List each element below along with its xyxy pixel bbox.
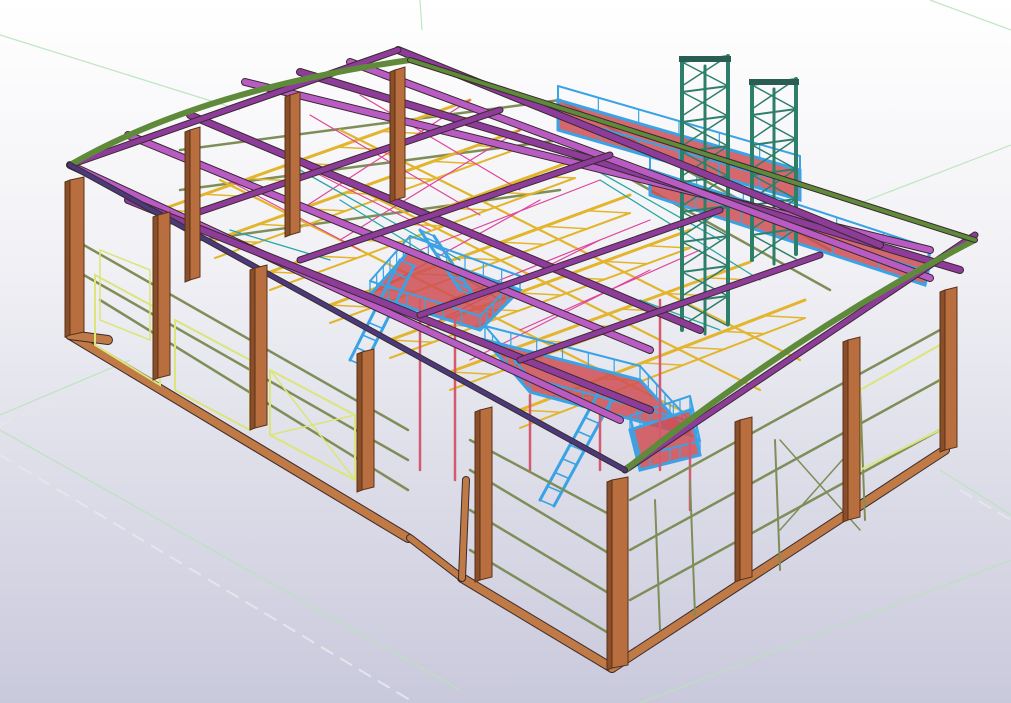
column-left-2 xyxy=(157,211,171,379)
column-corner-left-side xyxy=(64,179,71,338)
column-left-3 xyxy=(254,264,268,429)
base-beam-step-riser xyxy=(459,477,469,581)
base-beam-corner xyxy=(66,331,112,344)
column-back-1 xyxy=(189,126,201,281)
column-front-3-side xyxy=(842,339,849,523)
column-corner-right xyxy=(944,286,958,451)
column-back-3-side xyxy=(389,69,396,203)
column-left-4 xyxy=(361,348,375,491)
column-step xyxy=(479,406,493,581)
column-back-1-side xyxy=(184,129,191,283)
model-viewport[interactable] xyxy=(0,0,1011,703)
column-corner-right-side xyxy=(939,289,946,453)
tower-right-cap xyxy=(749,79,799,85)
steel-structure-scene[interactable] xyxy=(0,0,1011,703)
column-back-2 xyxy=(289,91,301,236)
column-left-2-side xyxy=(152,214,159,381)
column-left-3-side xyxy=(249,267,256,431)
column-corner-left xyxy=(69,176,85,336)
column-corner-front-side xyxy=(606,479,613,671)
column-front-2 xyxy=(739,416,753,581)
column-corner-front xyxy=(611,476,629,669)
column-back-3 xyxy=(394,66,406,201)
column-front-2-side xyxy=(734,419,741,583)
column-back-2-side xyxy=(284,94,291,238)
column-left-4-side xyxy=(356,351,363,493)
column-step-side xyxy=(474,409,481,583)
tower-left-cap xyxy=(679,56,731,62)
column-front-3 xyxy=(847,336,861,521)
